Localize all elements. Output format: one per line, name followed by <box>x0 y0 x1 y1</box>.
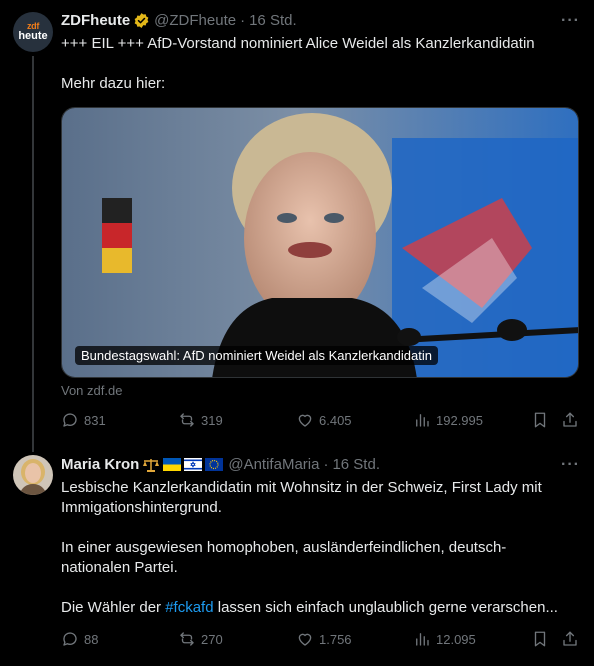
ukraine-flag-icon <box>163 458 182 471</box>
author-name[interactable]: Maria Kron <box>61 456 139 473</box>
share-button[interactable] <box>561 630 584 648</box>
tweet-text: Lesbische Kanzlerkandidatin mit Wohnsitz… <box>61 478 566 618</box>
like-button[interactable]: 1.756 <box>296 630 352 648</box>
tweet-header: ZDFheute @ZDFheute · 16 Std. <box>61 12 297 29</box>
avatar-zdfheute[interactable]: zdf heute <box>13 12 53 52</box>
reply-button[interactable]: 88 <box>61 630 98 648</box>
link-card[interactable]: Bundestagswahl: AfD nominiert Weidel als… <box>61 107 579 378</box>
bookmark-icon <box>534 412 546 428</box>
scales-icon <box>143 458 160 472</box>
repost-count: 270 <box>201 631 223 647</box>
repost-icon <box>180 632 194 646</box>
repost-icon <box>180 413 194 427</box>
verified-badge-icon <box>134 13 149 28</box>
israel-flag-icon <box>184 458 203 471</box>
tweet-text-part1: Lesbische Kanzlerkandidatin mit Wohnsitz… <box>61 479 542 616</box>
bookmark-button[interactable] <box>531 630 554 648</box>
views-count: 192.995 <box>436 412 483 428</box>
reply-icon <box>63 632 77 646</box>
views-icon <box>416 633 429 646</box>
timestamp[interactable]: 16 Std. <box>332 456 380 473</box>
heart-icon <box>298 414 312 427</box>
tweet-zdfheute[interactable]: zdf heute ZDFheute @ZDFheute · 16 Std. ·… <box>0 0 594 452</box>
share-button[interactable] <box>561 411 584 429</box>
author-handle[interactable]: @AntifaMaria <box>228 456 319 473</box>
heart-icon <box>298 633 312 646</box>
repost-count: 319 <box>201 412 223 428</box>
hashtag-link[interactable]: #fckafd <box>165 599 213 616</box>
reply-icon <box>63 413 77 427</box>
more-options-icon[interactable]: ··· <box>561 12 580 30</box>
avatar-text-heute: heute <box>18 30 48 42</box>
share-icon <box>563 631 577 646</box>
bookmark-button[interactable] <box>531 411 554 429</box>
reply-count: 88 <box>84 631 99 647</box>
tweet-text-part2: lassen sich einfach unglaublich gerne ve… <box>213 599 558 616</box>
views-button[interactable]: 12.095 <box>413 630 476 648</box>
action-bar: 88 270 1.756 12.095 <box>61 630 581 650</box>
like-count: 6.405 <box>319 412 352 428</box>
card-image <box>62 108 578 377</box>
like-count: 1.756 <box>319 631 352 647</box>
reply-count: 831 <box>84 412 106 428</box>
avatar-mariakron[interactable] <box>13 455 53 495</box>
reply-button[interactable]: 831 <box>61 411 106 429</box>
repost-button[interactable]: 270 <box>178 630 223 648</box>
more-options-icon[interactable]: ··· <box>561 456 580 474</box>
author-name[interactable]: ZDFheute <box>61 12 130 29</box>
action-bar: 831 319 6.405 192.995 <box>61 411 581 431</box>
tweet-header: Maria Kron @AntifaMaria · 16 Std. <box>61 456 380 473</box>
views-button[interactable]: 192.995 <box>413 411 483 429</box>
share-icon <box>563 412 577 427</box>
thread-line <box>32 56 34 452</box>
tweet-text: +++ EIL +++ AfD-Vorstand nominiert Alice… <box>61 35 535 92</box>
timestamp[interactable]: 16 Std. <box>249 12 297 29</box>
card-title: Bundestagswahl: AfD nominiert Weidel als… <box>75 346 438 365</box>
author-handle[interactable]: @ZDFheute <box>154 12 236 29</box>
card-source[interactable]: Von zdf.de <box>61 383 122 398</box>
repost-button[interactable]: 319 <box>178 411 223 429</box>
separator-dot: · <box>323 456 329 473</box>
tweet-mariakron[interactable]: Maria Kron @AntifaMaria · 16 Std. ··· Le… <box>0 450 594 666</box>
bookmark-icon <box>534 631 546 647</box>
views-icon <box>416 414 429 427</box>
separator-dot: · <box>240 12 246 29</box>
views-count: 12.095 <box>436 631 476 647</box>
like-button[interactable]: 6.405 <box>296 411 352 429</box>
eu-flag-icon <box>205 458 224 471</box>
